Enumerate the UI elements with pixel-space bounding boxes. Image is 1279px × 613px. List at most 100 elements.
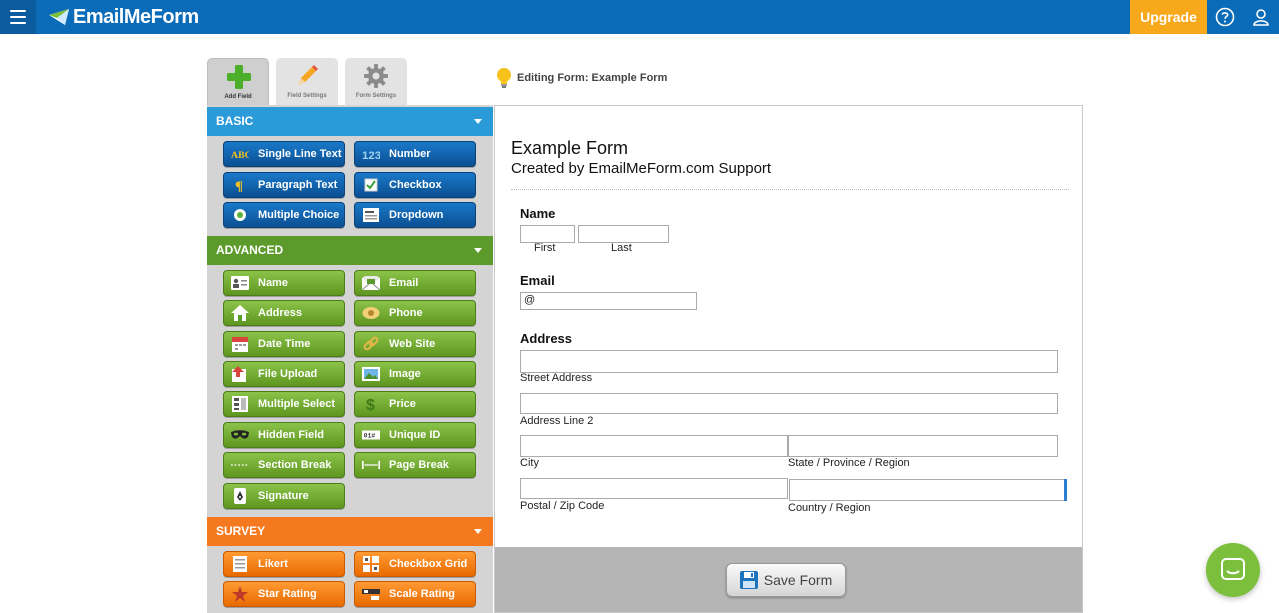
field-button-number[interactable]: 123 Number — [354, 141, 476, 167]
city-input[interactable] — [520, 435, 788, 457]
field-button-unique-id[interactable]: 01# Unique ID — [354, 422, 476, 448]
last-name-input[interactable] — [578, 225, 669, 243]
first-name-sublabel: First — [534, 242, 556, 254]
field-button-dropdown[interactable]: Dropdown — [354, 202, 476, 228]
gear-icon — [364, 64, 388, 88]
calendar-icon — [231, 336, 249, 352]
tab-field-settings-label: Field Settings — [287, 93, 327, 99]
save-form-button[interactable]: Save Form — [726, 563, 846, 597]
checkbox-grid-icon — [362, 556, 380, 572]
section-title-basic: BASIC — [216, 114, 254, 128]
field-button-checkbox[interactable]: Checkbox — [354, 172, 476, 198]
section-header-advanced[interactable]: ADVANCED — [207, 236, 493, 265]
field-button-label: Likert — [258, 558, 288, 570]
field-button-phone[interactable]: Phone — [354, 300, 476, 326]
field-button-multiple-choice[interactable]: Multiple Choice — [223, 202, 345, 228]
account-button[interactable] — [1250, 6, 1272, 28]
editing-form-text: Editing Form: Example Form — [517, 72, 668, 84]
field-button-file-upload[interactable]: File Upload — [223, 361, 345, 387]
form-subtitle[interactable]: Created by EmailMeForm.com Support — [511, 160, 771, 177]
field-button-multiple-select[interactable]: Multiple Select — [223, 391, 345, 417]
street-address-input[interactable] — [520, 350, 1058, 373]
section-title-survey: SURVEY — [216, 524, 266, 538]
tab-add-field-label: Add Field — [224, 94, 252, 100]
field-button-label: Price — [389, 398, 416, 410]
field-button-likert[interactable]: Likert — [223, 551, 345, 577]
upload-icon — [231, 366, 249, 382]
logo[interactable]: EmailMeForm — [48, 4, 199, 30]
dollar-icon: $ — [362, 396, 380, 412]
field-button-single-line-text[interactable]: ABC Single Line Text — [223, 141, 345, 167]
section-header-survey[interactable]: SURVEY — [207, 517, 493, 546]
country-select-scroll-indicator — [1064, 479, 1067, 501]
save-form-label: Save Form — [763, 572, 833, 588]
unique-id-icon: 01# — [362, 427, 380, 443]
tab-form-settings[interactable]: Form Settings — [345, 58, 407, 105]
field-button-hidden-field[interactable]: Hidden Field — [223, 422, 345, 448]
svg-text:123: 123 — [362, 150, 380, 161]
tab-field-settings[interactable]: Field Settings — [276, 58, 338, 105]
field-button-address[interactable]: Address — [223, 300, 345, 326]
add-plus-icon — [227, 65, 251, 89]
field-button-scale-rating[interactable]: Scale Rating — [354, 581, 476, 607]
field-button-label: Web Site — [389, 338, 436, 350]
dropdown-icon — [362, 207, 380, 223]
field-button-signature[interactable]: Signature — [223, 483, 345, 509]
chevron-down-icon — [474, 119, 482, 124]
hamburger-icon — [10, 10, 26, 24]
field-button-web-site[interactable]: Web Site — [354, 331, 476, 357]
field-button-label: Checkbox — [389, 179, 442, 191]
section-title-advanced: ADVANCED — [216, 243, 284, 257]
address-line-2-input[interactable] — [520, 393, 1058, 414]
field-button-label: Multiple Choice — [258, 209, 340, 221]
address-field-label[interactable]: Address — [520, 331, 572, 346]
field-button-label: Star Rating — [258, 588, 317, 600]
postal-code-input[interactable] — [520, 478, 788, 499]
state-input[interactable] — [788, 435, 1058, 457]
field-button-star-rating[interactable]: Star Rating — [223, 581, 345, 607]
abc-icon: ABC — [231, 146, 249, 162]
field-button-paragraph-text[interactable]: ¶ Paragraph Text — [223, 172, 345, 198]
name-field-label[interactable]: Name — [520, 206, 555, 221]
tab-form-settings-label: Form Settings — [355, 93, 397, 99]
chevron-down-icon — [474, 248, 482, 253]
help-button[interactable] — [1214, 6, 1236, 28]
scale-rating-icon — [362, 586, 380, 602]
field-button-price[interactable]: $ Price — [354, 391, 476, 417]
field-button-checkbox-grid[interactable]: Checkbox Grid — [354, 551, 476, 577]
field-button-label: Multiple Select — [258, 398, 336, 410]
email-input[interactable]: @ — [520, 292, 697, 310]
field-button-section-break[interactable]: Section Break — [223, 452, 345, 478]
svg-text:ABC: ABC — [231, 150, 249, 160]
pilcrow-icon: ¶ — [231, 177, 249, 193]
field-button-label: Scale Rating — [389, 588, 456, 600]
chat-icon — [1221, 558, 1245, 580]
email-field-label[interactable]: Email — [520, 273, 555, 288]
phone-icon — [362, 305, 380, 321]
house-icon — [231, 305, 249, 321]
page-break-icon — [362, 457, 380, 473]
123-icon: 123 — [362, 146, 380, 162]
section-header-basic[interactable]: BASIC — [207, 107, 493, 136]
first-name-input[interactable] — [520, 225, 575, 243]
field-button-date-time[interactable]: Date Time — [223, 331, 345, 357]
field-button-label: Phone — [389, 307, 423, 319]
field-button-label: Page Break — [389, 459, 449, 471]
country-select[interactable] — [789, 479, 1067, 501]
state-sublabel: State / Province / Region — [788, 457, 910, 469]
field-button-name[interactable]: Name — [223, 270, 345, 296]
form-header-divider — [511, 189, 1069, 190]
upgrade-button[interactable]: Upgrade — [1130, 0, 1207, 34]
tab-add-field[interactable]: Add Field — [207, 58, 269, 105]
chat-launcher-button[interactable] — [1206, 543, 1260, 597]
form-title[interactable]: Example Form — [511, 138, 628, 159]
field-button-label: File Upload — [258, 368, 318, 380]
hamburger-menu-button[interactable] — [0, 0, 36, 34]
field-button-image[interactable]: Image — [354, 361, 476, 387]
field-button-label: Signature — [258, 490, 309, 502]
top-navbar: EmailMeForm Upgrade — [0, 0, 1279, 34]
form-preview: Example Form Created by EmailMeForm.com … — [494, 105, 1083, 613]
field-button-page-break[interactable]: Page Break — [354, 452, 476, 478]
svg-text:$: $ — [366, 397, 375, 412]
field-button-email[interactable]: Email — [354, 270, 476, 296]
